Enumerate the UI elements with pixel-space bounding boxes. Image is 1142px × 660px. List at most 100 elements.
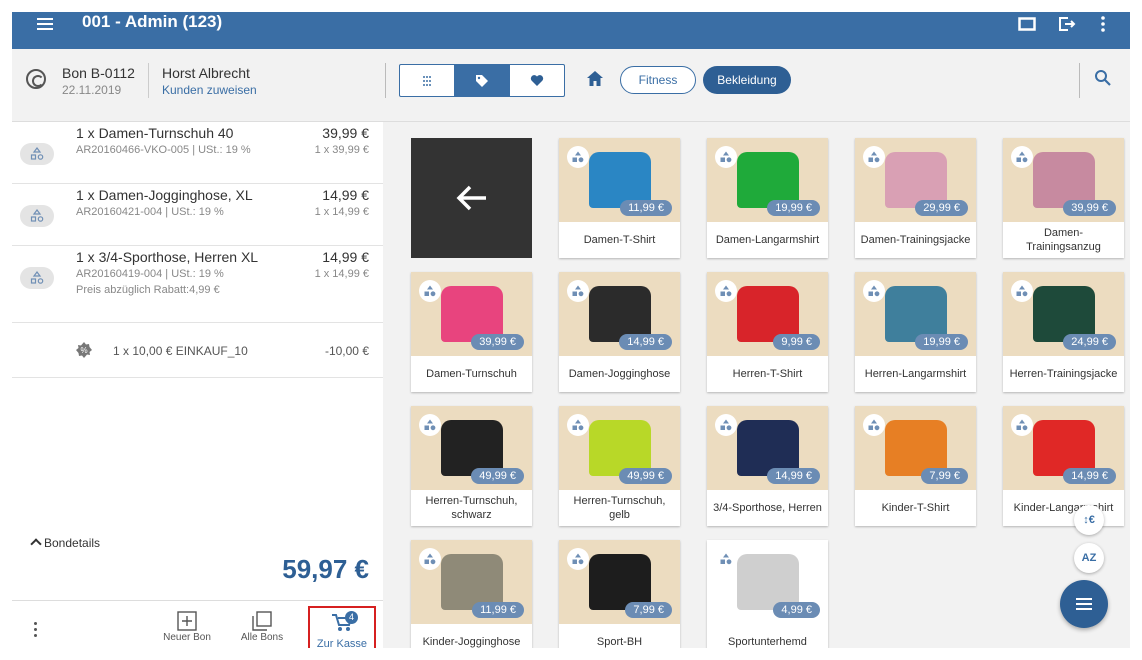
all-bons-button[interactable]: Alle Bons — [234, 610, 290, 646]
product-type-icon[interactable] — [567, 146, 589, 168]
product-price: 39,99 € — [471, 334, 524, 350]
product-price: 49,99 € — [619, 468, 672, 484]
item-unit-price: 1 x 14,99 € — [314, 268, 369, 280]
product-type-icon[interactable] — [715, 280, 737, 302]
add-box-icon — [177, 611, 197, 631]
grid-dots-icon — [423, 75, 431, 86]
favorites-view-button[interactable] — [510, 65, 564, 96]
more-vertical-icon — [1101, 15, 1105, 32]
item-type-badge[interactable] — [20, 143, 54, 165]
product-type-icon[interactable] — [567, 280, 589, 302]
product-tile[interactable]: 49,99 € Herren-Turnschuh, schwarz — [411, 406, 532, 526]
bon-details-label: Bondetails — [44, 536, 101, 550]
product-tile[interactable]: 9,99 € Herren-T-Shirt — [707, 272, 828, 392]
more-button[interactable] — [1091, 12, 1115, 35]
cart-count-badge: 4 — [345, 611, 358, 624]
new-bon-button[interactable]: Neuer Bon — [159, 610, 215, 646]
product-type-icon[interactable] — [1011, 280, 1033, 302]
customer-name: Horst Albrecht — [162, 65, 250, 81]
search-button[interactable] — [1094, 69, 1114, 89]
new-bon-label: Neuer Bon — [163, 632, 211, 643]
product-type-icon[interactable] — [419, 414, 441, 436]
product-tile[interactable]: 14,99 € Damen-Jogginghose — [559, 272, 680, 392]
total-amount: 59,97 € — [282, 554, 369, 584]
filter-fitness[interactable]: Fitness — [620, 66, 696, 94]
product-tile[interactable]: 39,99 € Damen-Trainingsanzug — [1003, 138, 1124, 258]
product-type-icon[interactable] — [419, 280, 441, 302]
product-name: Kinder-Langarmshirt — [1013, 502, 1114, 514]
product-price: 11,99 € — [620, 200, 672, 216]
checkout-button[interactable]: 4 Zur Kasse — [308, 606, 376, 648]
product-tile[interactable]: 19,99 € Damen-Langarmshirt — [707, 138, 828, 258]
product-tile[interactable]: 4,99 € Sportunterhemd — [707, 540, 828, 648]
filter-bekleidung[interactable]: Bekleidung — [703, 66, 791, 94]
item-type-badge[interactable] — [20, 205, 54, 227]
product-tile[interactable]: 24,99 € Herren-Trainingsjacke — [1003, 272, 1124, 392]
product-type-icon[interactable] — [863, 414, 885, 436]
all-bons-label: Alle Bons — [240, 632, 284, 643]
cart-discount-row[interactable]: % 1 x 10,00 € EINKAUF_10 -10,00 € — [12, 323, 383, 378]
product-price: 14,99 € — [1063, 468, 1116, 484]
grid-view-button[interactable] — [400, 65, 455, 96]
product-type-icon[interactable] — [567, 548, 589, 570]
product-type-icon[interactable] — [1011, 414, 1033, 436]
list-icon — [1076, 598, 1092, 610]
product-type-icon[interactable] — [1011, 146, 1033, 168]
product-type-icon[interactable] — [715, 146, 737, 168]
product-tile[interactable]: 49,99 € Herren-Turnschuh, gelb — [559, 406, 680, 526]
product-tile[interactable]: 19,99 € Herren-Langarmshirt — [855, 272, 976, 392]
product-tile[interactable]: 29,99 € Damen-Trainingsjacke — [855, 138, 976, 258]
sort-by-price-button[interactable]: ↕€ — [1074, 505, 1104, 535]
product-price: 39,99 € — [1063, 200, 1116, 216]
product-tile[interactable]: 14,99 € 3/4-Sporthose, Herren — [707, 406, 828, 526]
product-type-icon[interactable] — [715, 414, 737, 436]
product-type-icon[interactable] — [715, 548, 737, 570]
product-type-icon[interactable] — [567, 414, 589, 436]
item-unit-price: 1 x 39,99 € — [314, 144, 369, 156]
cart-item[interactable]: 1 x 3/4-Sporthose, Herren XL AR20160419-… — [12, 246, 383, 323]
menu-button[interactable] — [34, 12, 56, 35]
menu-icon — [37, 17, 53, 30]
product-tile[interactable]: 11,99 € Damen-T-Shirt — [559, 138, 680, 258]
product-name: Damen-T-Shirt — [583, 234, 656, 246]
product-price: 19,99 € — [915, 334, 968, 350]
product-tile[interactable]: 11,99 € Kinder-Jogginghose — [411, 540, 532, 648]
top-bar: 001 - Admin (123) — [12, 12, 1130, 49]
sort-alphabetical-button[interactable]: AZ — [1074, 543, 1104, 573]
product-price: 49,99 € — [471, 468, 524, 484]
product-name: Herren-Langarmshirt — [864, 368, 967, 380]
item-name: 1 x Damen-Turnschuh 40 — [76, 125, 234, 141]
window-button[interactable] — [1015, 12, 1039, 35]
product-type-icon[interactable] — [863, 146, 885, 168]
bon-details-toggle[interactable]: Bondetails — [30, 536, 101, 550]
back-button[interactable] — [411, 138, 532, 258]
product-tile[interactable]: 39,99 € Damen-Turnschuh — [411, 272, 532, 392]
cart-item[interactable]: 1 x Damen-Jogginghose, XL AR20160421-004… — [12, 184, 383, 246]
chevron-up-icon — [30, 538, 42, 550]
discount-badge-icon: % — [76, 342, 92, 358]
product-tile[interactable]: 7,99 € Kinder-T-Shirt — [855, 406, 976, 526]
logout-button[interactable] — [1055, 12, 1079, 35]
product-type-icon[interactable] — [419, 548, 441, 570]
home-button[interactable] — [586, 70, 604, 88]
item-name: 1 x Damen-Jogginghose, XL — [76, 187, 253, 203]
tag-view-button[interactable] — [455, 65, 510, 96]
product-tile[interactable]: 7,99 € Sport-BH — [559, 540, 680, 648]
product-price: 19,99 € — [767, 200, 820, 216]
arrow-left-icon — [456, 185, 486, 211]
product-name: 3/4-Sporthose, Herren — [713, 502, 822, 514]
bon-status-icon[interactable] — [26, 69, 46, 89]
product-name: Sport-BH — [596, 636, 643, 648]
more-options-button[interactable] — [32, 622, 38, 638]
cart-item[interactable]: 1 x Damen-Turnschuh 40 AR20160466-VKO-00… — [12, 122, 383, 184]
shapes-icon — [30, 271, 44, 284]
assign-customer-link[interactable]: Kunden zuweisen — [162, 83, 257, 97]
shapes-icon — [30, 209, 44, 222]
product-name: Herren-Trainingsjacke — [1009, 368, 1118, 380]
product-tile[interactable]: 14,99 € Kinder-Langarmshirt — [1003, 406, 1124, 526]
item-type-badge[interactable] — [20, 267, 54, 289]
product-type-icon[interactable] — [863, 280, 885, 302]
shapes-icon — [30, 147, 44, 160]
product-name: Kinder-Jogginghose — [422, 636, 521, 648]
list-menu-button[interactable] — [1060, 580, 1108, 628]
